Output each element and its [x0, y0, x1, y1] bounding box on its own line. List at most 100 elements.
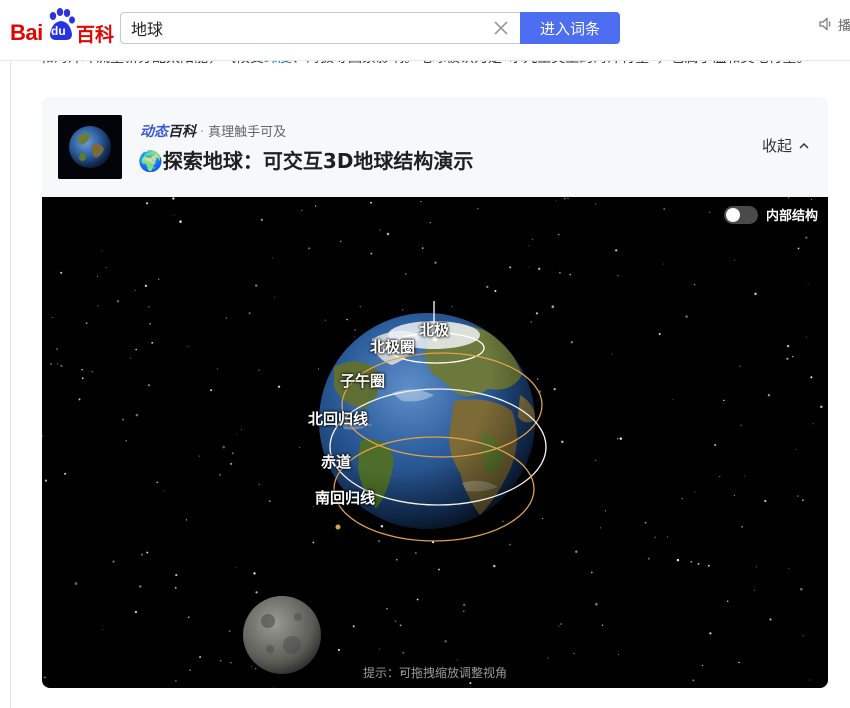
star: [420, 201, 422, 203]
star: [429, 221, 431, 224]
star: [404, 273, 407, 275]
star: [248, 312, 251, 315]
star: [595, 459, 597, 461]
audio-icon[interactable]: [818, 16, 834, 32]
star: [792, 355, 794, 358]
star: [797, 247, 800, 250]
star: [547, 657, 549, 659]
enter-entry-button[interactable]: 进入词条: [520, 12, 620, 44]
star: [434, 261, 437, 264]
star: [56, 348, 59, 351]
left-divider: [10, 60, 11, 708]
star: [733, 494, 735, 496]
star: [714, 443, 717, 447]
star: [494, 289, 497, 293]
star: [253, 572, 256, 575]
star: [800, 587, 803, 591]
star: [619, 437, 623, 440]
star: [707, 564, 710, 567]
star: [557, 233, 560, 236]
star: [604, 510, 607, 512]
star: [135, 348, 137, 351]
star: [219, 473, 222, 476]
star: [756, 566, 758, 568]
star: [324, 319, 326, 321]
star: [299, 447, 301, 449]
baidu-baike-logo[interactable]: Bai du 百科: [10, 8, 115, 46]
star: [258, 369, 260, 371]
badge-row: 动态百科 · 真理触手可及: [140, 124, 287, 140]
star: [116, 300, 120, 303]
moon[interactable]: [243, 596, 321, 674]
star: [486, 285, 489, 289]
star: [555, 200, 557, 202]
star: [125, 439, 127, 442]
star: [255, 284, 258, 287]
star: [240, 429, 242, 431]
star: [85, 322, 88, 324]
star: [378, 540, 381, 543]
star: [509, 543, 511, 546]
star: [463, 603, 466, 607]
star: [600, 527, 601, 529]
star: [370, 201, 372, 204]
star: [611, 353, 613, 355]
star: [317, 368, 319, 370]
star: [231, 452, 234, 455]
star: [502, 520, 504, 523]
label-equator: 赤道: [321, 453, 352, 471]
star: [820, 405, 823, 408]
star: [394, 620, 397, 622]
star: [573, 652, 575, 654]
star: [268, 500, 271, 502]
star: [96, 275, 98, 277]
star: [337, 648, 340, 651]
earth-3d-viewport[interactable]: 北极 北极圈 子午圈 北回归线 赤道 南回归线 内部结构 提示：可拖拽缩放调整视…: [42, 197, 828, 688]
logo-text-baike: 百科: [76, 24, 115, 46]
star: [647, 557, 650, 560]
logo-text-du: du: [51, 24, 66, 38]
star: [693, 283, 696, 286]
star: [402, 651, 405, 654]
badge-part-b: 百科: [168, 124, 196, 140]
star: [273, 297, 275, 299]
star: [352, 625, 355, 628]
star: [754, 292, 757, 296]
star: [97, 305, 99, 307]
star: [672, 398, 674, 400]
internal-structure-toggle[interactable]: [723, 205, 758, 224]
audio-label[interactable]: 播: [838, 15, 850, 34]
clear-icon[interactable]: [492, 19, 510, 37]
star: [739, 365, 741, 367]
dynamic-baike-badge: 动态百科: [140, 124, 196, 140]
star: [536, 378, 539, 380]
label-meridian: 子午圈: [340, 372, 386, 390]
label-tropic-cancer: 北回归线: [308, 410, 369, 428]
star: [172, 197, 175, 200]
star: [91, 370, 94, 373]
star: [179, 220, 182, 223]
collapse-button[interactable]: 收起: [762, 135, 810, 156]
star: [78, 398, 81, 401]
star: [812, 423, 814, 425]
star: [769, 618, 772, 621]
star: [379, 648, 381, 650]
star: [60, 364, 63, 367]
star: [590, 571, 593, 574]
star: [230, 462, 233, 465]
star: [122, 418, 125, 421]
star: [402, 309, 404, 311]
star: [163, 490, 165, 492]
search-input[interactable]: [121, 13, 481, 43]
star: [175, 574, 178, 577]
star: [807, 283, 809, 285]
star: [493, 564, 496, 568]
star: [786, 357, 789, 360]
collapse-label: 收起: [761, 137, 792, 155]
star: [139, 585, 142, 588]
star: [551, 305, 555, 308]
star: [805, 236, 808, 239]
star: [560, 623, 562, 625]
star: [56, 363, 58, 365]
star: [134, 289, 136, 291]
